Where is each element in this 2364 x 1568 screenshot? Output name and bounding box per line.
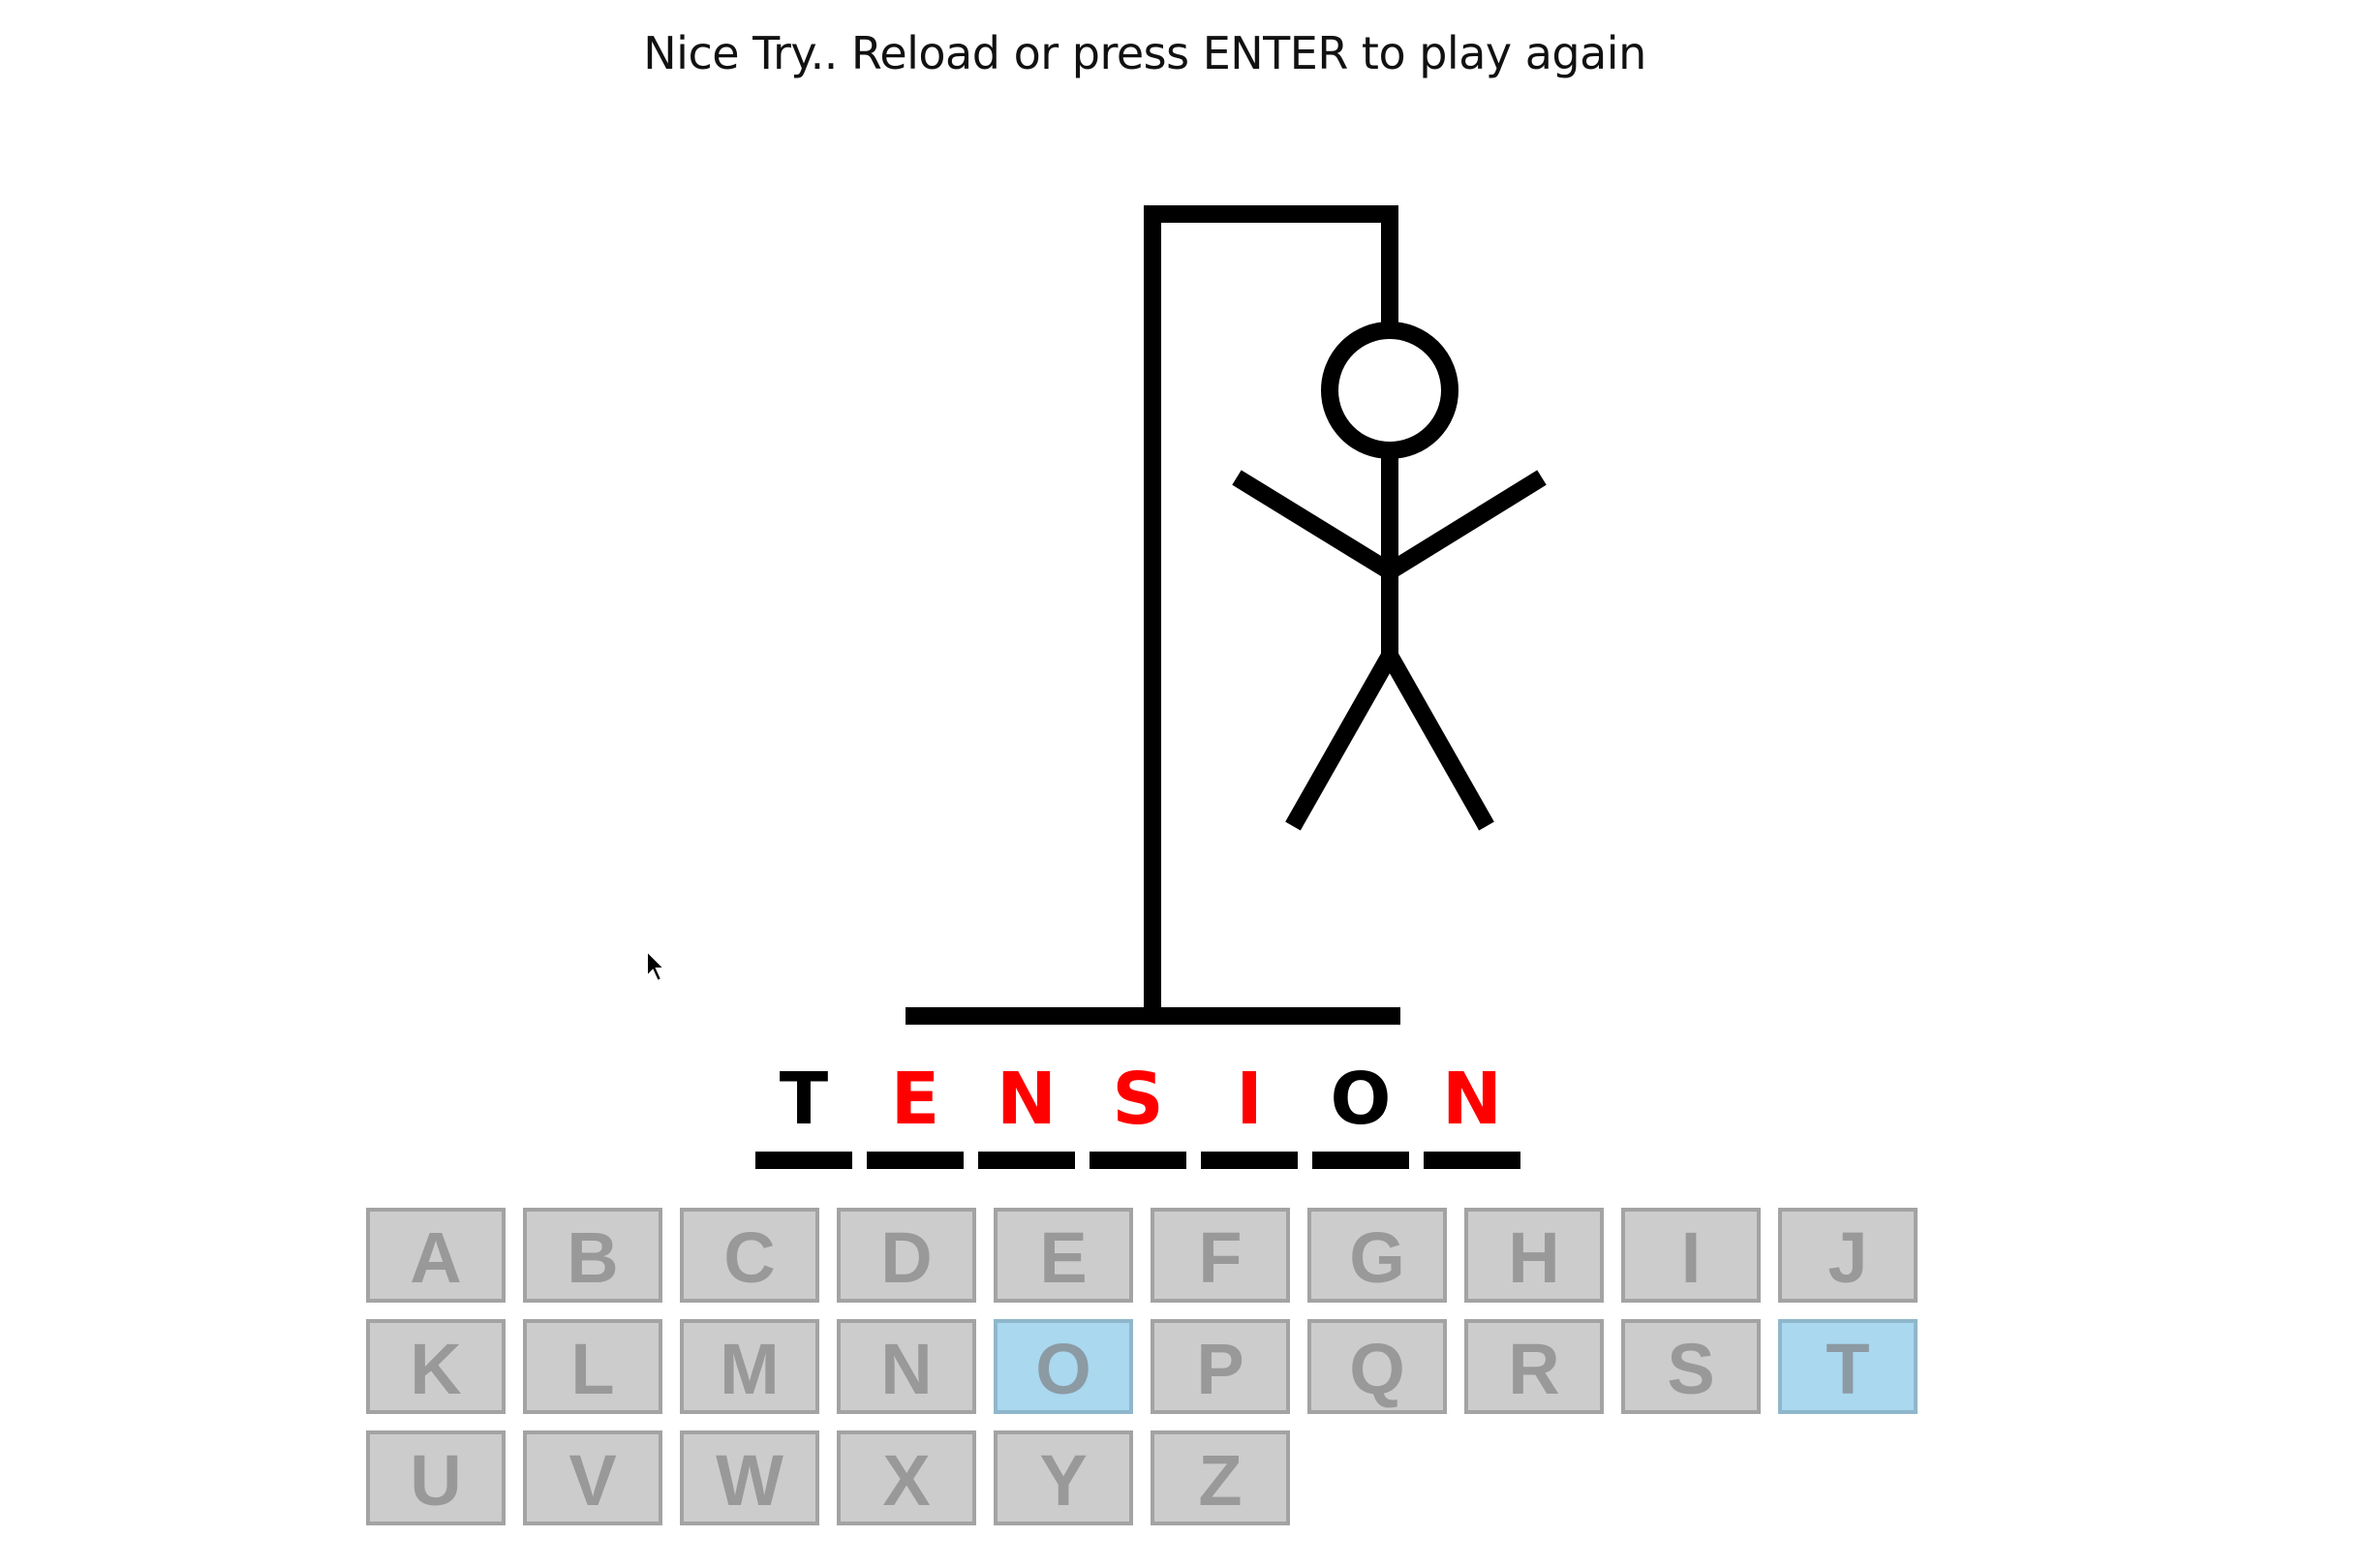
- letter-slot-char: N: [1442, 1058, 1502, 1141]
- key-e[interactable]: E: [994, 1208, 1133, 1303]
- letter-slot-char: S: [1112, 1058, 1164, 1141]
- key-b[interactable]: B: [523, 1208, 662, 1303]
- key-m[interactable]: M: [680, 1319, 819, 1414]
- key-c[interactable]: C: [680, 1208, 819, 1303]
- mouse-cursor-icon: [646, 949, 667, 983]
- key-q[interactable]: Q: [1307, 1319, 1447, 1414]
- key-l[interactable]: L: [523, 1319, 662, 1414]
- key-p[interactable]: P: [1151, 1319, 1290, 1414]
- letter-slot-char: O: [1330, 1058, 1392, 1141]
- hangman-drawing: [906, 205, 1547, 1025]
- key-j[interactable]: J: [1778, 1208, 1918, 1303]
- letter-slot-underline: [867, 1152, 964, 1169]
- letter-slot-underline: [1201, 1152, 1298, 1169]
- letter-slot: O: [1312, 1051, 1409, 1169]
- letter-slot-char: I: [1236, 1058, 1263, 1141]
- letter-slot: N: [1424, 1051, 1520, 1169]
- key-w[interactable]: W: [680, 1430, 819, 1525]
- letter-slot: S: [1090, 1051, 1186, 1169]
- key-r[interactable]: R: [1464, 1319, 1604, 1414]
- key-t[interactable]: T: [1778, 1319, 1918, 1414]
- key-i[interactable]: I: [1621, 1208, 1761, 1303]
- key-a[interactable]: A: [366, 1208, 506, 1303]
- key-f[interactable]: F: [1151, 1208, 1290, 1303]
- letter-slot: T: [755, 1051, 852, 1169]
- hangman-left-leg: [1285, 651, 1397, 831]
- letter-slot-underline: [1312, 1152, 1409, 1169]
- letter-slot-char: T: [779, 1058, 829, 1141]
- key-x[interactable]: X: [837, 1430, 976, 1525]
- letter-slot-underline: [1090, 1152, 1186, 1169]
- key-z[interactable]: Z: [1151, 1430, 1290, 1525]
- letter-slot-char: E: [890, 1058, 940, 1141]
- letter-slot-underline: [978, 1152, 1075, 1169]
- key-o[interactable]: O: [994, 1319, 1133, 1414]
- key-u[interactable]: U: [366, 1430, 506, 1525]
- hangman-right-leg: [1382, 651, 1494, 831]
- letter-slot: I: [1201, 1051, 1298, 1169]
- key-d[interactable]: D: [837, 1208, 976, 1303]
- letter-keyboard: ABCDEFGHIJ KLMNOPQRST UVWXYZ: [366, 1208, 1918, 1537]
- key-y[interactable]: Y: [994, 1430, 1133, 1525]
- letter-slot-underline: [755, 1152, 852, 1169]
- key-h[interactable]: H: [1464, 1208, 1604, 1303]
- letter-slot: N: [978, 1051, 1075, 1169]
- key-s[interactable]: S: [1621, 1319, 1761, 1414]
- key-k[interactable]: K: [366, 1319, 506, 1414]
- key-v[interactable]: V: [523, 1430, 662, 1525]
- letter-slot-char: N: [997, 1058, 1057, 1141]
- letter-slot: E: [867, 1051, 964, 1169]
- key-n[interactable]: N: [837, 1319, 976, 1414]
- letter-slot-underline: [1424, 1152, 1520, 1169]
- hangman-right-arm: [1385, 470, 1547, 579]
- hangman-left-arm: [1232, 470, 1395, 579]
- key-g[interactable]: G: [1307, 1208, 1447, 1303]
- hangman-head: [1321, 322, 1458, 459]
